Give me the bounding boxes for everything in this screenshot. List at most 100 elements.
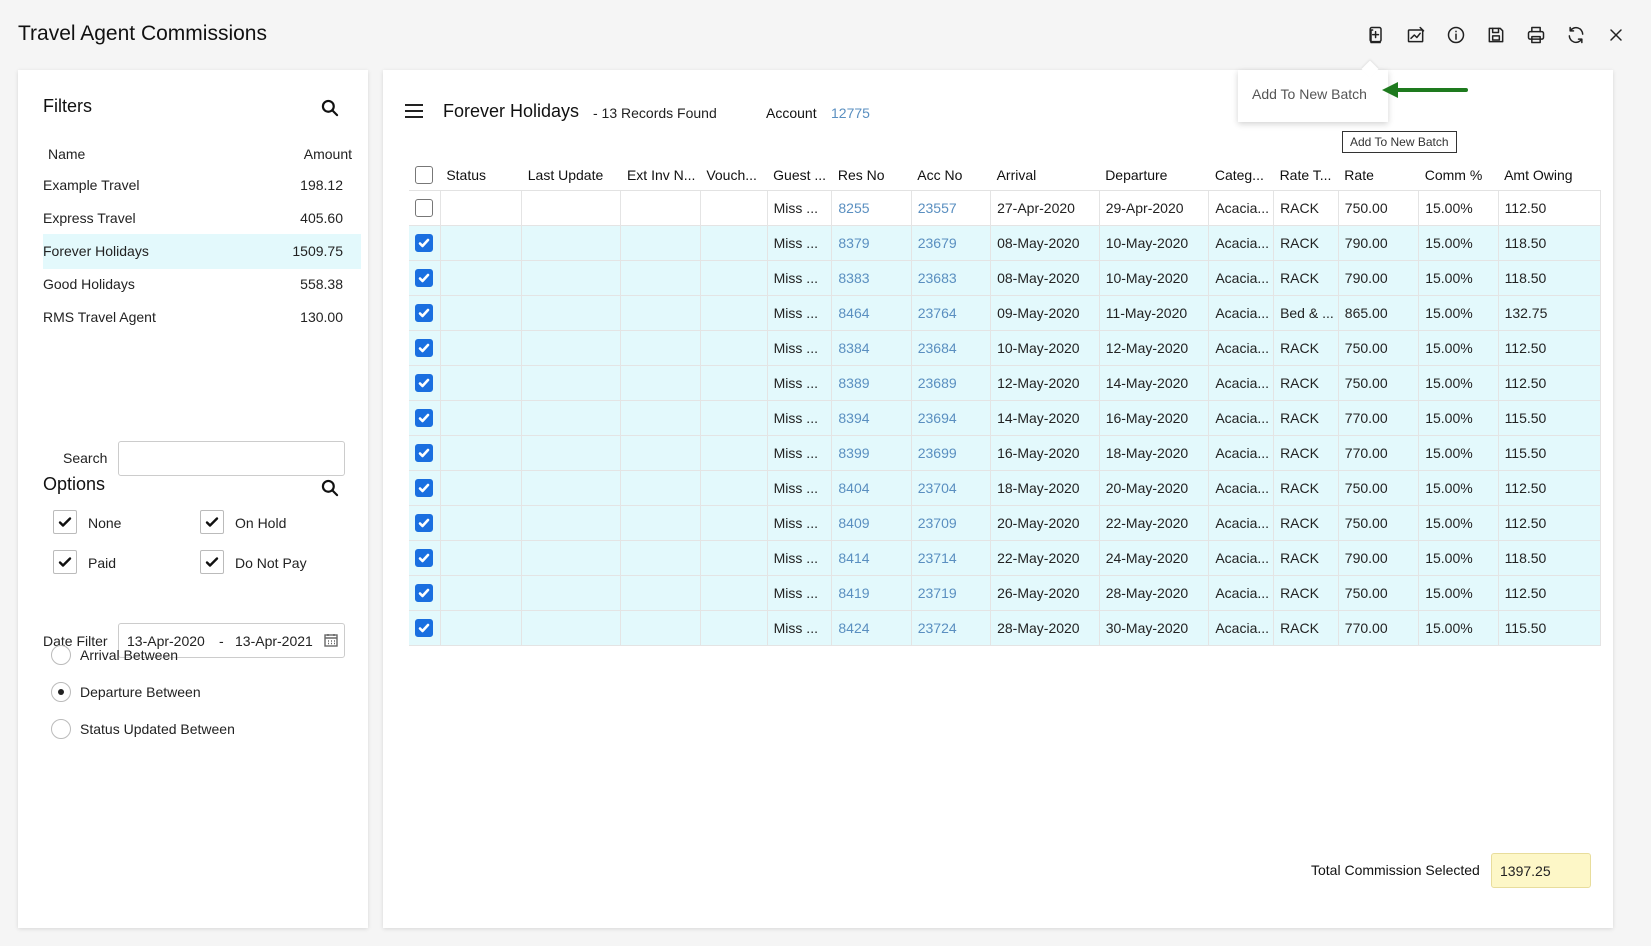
table-row[interactable]: Miss ... 8419 23719 26-May-2020 28-May-2020 A… (409, 575, 1602, 611)
cell-acc-no[interactable]: 23719 (911, 575, 992, 611)
cell-res-no[interactable]: 8389 (831, 365, 912, 401)
cell-acc-no[interactable]: 23557 (911, 190, 992, 226)
row-checkbox[interactable] (415, 443, 433, 462)
table-row[interactable]: Miss ... 8404 23704 18-May-2020 20-May-2020 A… (409, 470, 1602, 506)
row-checkbox[interactable] (415, 583, 433, 602)
menu-icon[interactable] (405, 104, 423, 118)
travel-agent-row[interactable]: Example Travel 198.12 (43, 168, 361, 203)
cell-rate-type: RACK (1273, 435, 1339, 471)
row-checkbox[interactable] (415, 513, 433, 532)
cell-departure: 16-May-2020 (1099, 400, 1210, 436)
add-batch-button[interactable] (1356, 22, 1396, 48)
option-do-not-pay-checkbox[interactable] (200, 550, 224, 574)
cell-res-no[interactable]: 8419 (831, 575, 912, 611)
cell-acc-no[interactable]: 23689 (911, 365, 992, 401)
cell-acc-no[interactable]: 23714 (911, 540, 992, 576)
cell-departure: 14-May-2020 (1099, 365, 1210, 401)
column-header[interactable]: Res No (831, 160, 912, 191)
table-row[interactable]: Miss ... 8379 23679 08-May-2020 10-May-2020 A… (409, 225, 1602, 261)
row-checkbox[interactable] (415, 268, 433, 287)
travel-agent-row[interactable]: Good Holidays 558.38 (43, 267, 361, 302)
cell-acc-no[interactable]: 23764 (911, 295, 992, 331)
option-on-hold-checkbox[interactable] (200, 510, 224, 534)
options-search-button[interactable] (320, 478, 342, 500)
cell-acc-no[interactable]: 23704 (911, 470, 992, 506)
cell-res-no[interactable]: 8409 (831, 505, 912, 541)
filters-search-button[interactable] (320, 98, 342, 120)
travel-agent-list-header: Name Amount (48, 146, 352, 162)
row-checkbox[interactable] (415, 233, 433, 252)
row-checkbox[interactable] (415, 303, 433, 322)
cell-res-no[interactable]: 8399 (831, 435, 912, 471)
travel-agent-row[interactable]: RMS Travel Agent 130.00 (43, 300, 361, 335)
column-header[interactable]: Comm % (1418, 160, 1499, 191)
cell-acc-no[interactable]: 23684 (911, 330, 992, 366)
column-header[interactable]: Last Update (521, 160, 621, 191)
cell-res-no[interactable]: 8384 (831, 330, 912, 366)
row-checkbox[interactable] (415, 408, 433, 427)
column-header[interactable]: Rate (1338, 160, 1419, 191)
travel-agent-row[interactable]: Forever Holidays 1509.75 (43, 234, 361, 269)
cell-acc-no[interactable]: 23724 (911, 610, 992, 646)
table-row[interactable]: Miss ... 8424 23724 28-May-2020 30-May-2020 A… (409, 610, 1602, 646)
edit-report-button[interactable] (1396, 22, 1436, 48)
row-checkbox[interactable] (415, 618, 433, 637)
cell-res-no[interactable]: 8379 (831, 225, 912, 261)
row-checkbox[interactable] (415, 478, 433, 497)
table-row[interactable]: Miss ... 8464 23764 09-May-2020 11-May-2020 A… (409, 295, 1602, 331)
table-row[interactable]: Miss ... 8384 23684 10-May-2020 12-May-2020 A… (409, 330, 1602, 366)
row-checkbox[interactable] (415, 373, 433, 392)
column-header[interactable]: Guest ... (767, 160, 832, 191)
option-paid-checkbox[interactable] (53, 550, 77, 574)
cell-acc-no[interactable]: 23709 (911, 505, 992, 541)
cell-res-no[interactable]: 8424 (831, 610, 912, 646)
date-mode-radio[interactable] (51, 719, 71, 739)
save-button[interactable] (1476, 22, 1516, 48)
table-row[interactable]: Miss ... 8394 23694 14-May-2020 16-May-2020 A… (409, 400, 1602, 436)
print-button[interactable] (1516, 22, 1556, 48)
add-to-new-batch-menu-item[interactable]: Add To New Batch (1252, 86, 1367, 102)
cell-res-no[interactable]: 8383 (831, 260, 912, 296)
row-checkbox[interactable] (415, 198, 433, 217)
account-link[interactable]: 12775 (831, 105, 870, 121)
column-header[interactable]: Arrival (990, 160, 1100, 191)
column-header[interactable]: Amt Owing (1498, 160, 1601, 191)
column-header[interactable]: Status (440, 160, 522, 191)
search-input[interactable] (118, 441, 345, 476)
table-row[interactable]: Miss ... 8399 23699 16-May-2020 18-May-2020 A… (409, 435, 1602, 471)
cell-acc-no[interactable]: 23683 (911, 260, 992, 296)
travel-agent-row[interactable]: Express Travel 405.60 (43, 201, 361, 236)
table-row[interactable]: Miss ... 8389 23689 12-May-2020 14-May-2020 A… (409, 365, 1602, 401)
close-button[interactable] (1596, 22, 1636, 48)
cell-last-update (521, 610, 622, 646)
table-row[interactable]: Miss ... 8409 23709 20-May-2020 22-May-2020 A… (409, 505, 1602, 541)
table-row[interactable]: Miss ... 8414 23714 22-May-2020 24-May-2020 A… (409, 540, 1602, 576)
date-mode-radio[interactable] (51, 682, 71, 702)
table-row[interactable]: Miss ... 8255 23557 27-Apr-2020 29-Apr-2020 A… (409, 190, 1602, 226)
row-checkbox[interactable] (415, 338, 433, 357)
cell-res-no[interactable]: 8394 (831, 400, 912, 436)
table-row[interactable]: Miss ... 8383 23683 08-May-2020 10-May-2020 A… (409, 260, 1602, 296)
column-header[interactable]: Departure (1099, 160, 1209, 191)
cell-res-no[interactable]: 8404 (831, 470, 912, 506)
column-header[interactable]: Vouch... (700, 160, 768, 191)
row-checkbox[interactable] (415, 548, 433, 567)
option-do-not-pay-label: Do Not Pay (235, 555, 307, 571)
cell-acc-no[interactable]: 23699 (911, 435, 992, 471)
date-separator: - (219, 633, 224, 649)
date-mode-radio[interactable] (51, 645, 71, 665)
cell-rate: 750.00 (1338, 575, 1420, 611)
cell-res-no[interactable]: 8464 (831, 295, 912, 331)
refresh-button[interactable] (1556, 22, 1596, 48)
column-header[interactable]: Categ... (1208, 160, 1274, 191)
cell-acc-no[interactable]: 23694 (911, 400, 992, 436)
cell-res-no[interactable]: 8255 (831, 190, 912, 226)
select-all-checkbox[interactable] (415, 165, 433, 184)
column-header[interactable]: Ext Inv N... (620, 160, 701, 191)
cell-res-no[interactable]: 8414 (831, 540, 912, 576)
column-header[interactable]: Acc No (911, 160, 991, 191)
option-none-checkbox[interactable] (53, 510, 77, 534)
cell-acc-no[interactable]: 23679 (911, 225, 992, 261)
column-header[interactable]: Rate T... (1273, 160, 1339, 191)
info-button[interactable] (1436, 22, 1476, 48)
